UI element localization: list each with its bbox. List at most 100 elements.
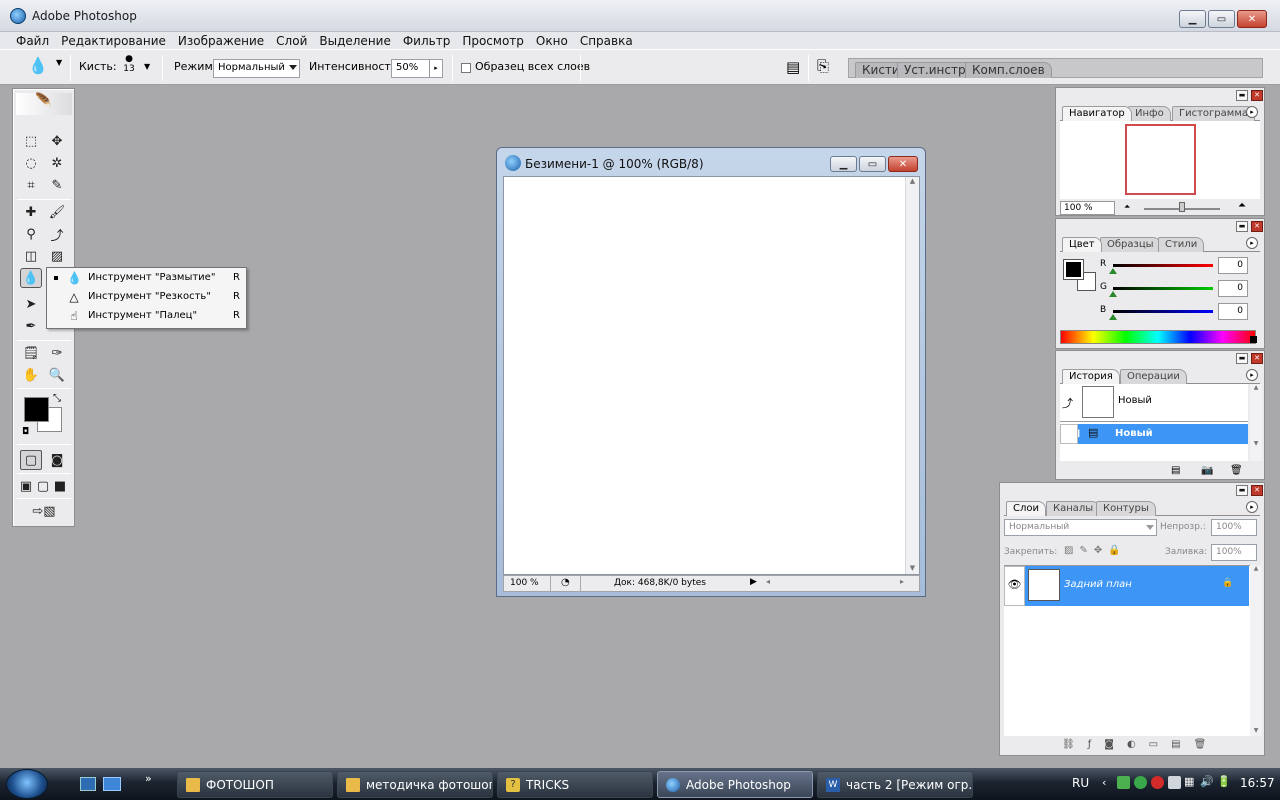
magic-wand-tool-icon[interactable]: ✲ (46, 153, 68, 173)
menu-select[interactable]: Выделение (313, 34, 396, 48)
channel-g-input[interactable]: 0 (1218, 280, 1248, 297)
full-screen-mode-icon[interactable]: ■ (52, 476, 68, 496)
quick-mask-mode-icon[interactable]: ◙ (46, 450, 68, 470)
menu-window[interactable]: Окно (530, 34, 574, 48)
marquee-tool-icon[interactable]: ⬚ (20, 131, 42, 151)
tab-swatches[interactable]: Образцы (1100, 237, 1161, 252)
layer-style-icon[interactable]: ƒ (1088, 739, 1105, 750)
channel-b-slider[interactable] (1113, 310, 1213, 313)
delete-layer-icon[interactable]: 🗑 (1194, 739, 1220, 750)
opacity-input[interactable]: 100% (1211, 519, 1257, 536)
blur-tool-preset-icon[interactable]: 💧 (28, 56, 48, 75)
swap-colors-icon[interactable]: ⤡ (53, 393, 61, 404)
layer-name[interactable]: Задний план (1064, 579, 1132, 590)
history-state-row[interactable]: ◖ ▤ Новый (1075, 424, 1248, 444)
tray-expand-icon[interactable]: ‹ (1102, 776, 1106, 789)
eraser-tool-icon[interactable]: ◫ (20, 246, 42, 266)
start-button[interactable] (6, 769, 48, 799)
zoom-out-icon[interactable]: ⏶ (1124, 202, 1130, 212)
mode-select[interactable]: Нормальный (213, 59, 300, 78)
panel-menu-icon[interactable]: ▸ (1246, 369, 1258, 381)
lasso-tool-icon[interactable]: ◌ (20, 153, 42, 173)
new-layer-icon[interactable]: ▤ (1171, 739, 1193, 750)
adjustment-layer-icon[interactable]: ◐ (1127, 739, 1149, 750)
tab-color[interactable]: Цвет (1062, 237, 1102, 252)
taskbar-button-word-document[interactable]: Wчасть 2 [Режим огр... (817, 771, 973, 798)
strength-slider-arrow-icon[interactable]: ▸ (429, 60, 442, 77)
sample-all-layers-checkbox[interactable] (461, 63, 471, 73)
tray-network-icon[interactable]: ▦ (1184, 775, 1194, 788)
blur-tool-icon[interactable]: 💧 (20, 268, 42, 288)
default-colors-icon[interactable]: ◘ (22, 427, 29, 437)
new-group-icon[interactable]: ▭ (1149, 739, 1171, 750)
standard-screen-mode-icon[interactable]: ▣ (18, 476, 34, 496)
scroll-down-arrow-icon[interactable]: ▼ (906, 564, 919, 572)
lock-options-icons[interactable]: ▨✎✥🔒 (1064, 545, 1127, 556)
maximize-button[interactable]: ▭ (1208, 10, 1235, 28)
brush-tool-icon[interactable]: 🖌 (46, 202, 68, 222)
slice-tool-icon[interactable]: ✎ (46, 175, 68, 195)
tab-history[interactable]: История (1062, 369, 1120, 384)
tab-layers[interactable]: Слои (1006, 501, 1046, 516)
flyout-item-sharpen[interactable]: △ Инструмент "Резкость" R (47, 287, 246, 306)
language-indicator[interactable]: RU (1072, 776, 1089, 790)
channel-g-thumb[interactable] (1109, 291, 1117, 297)
menu-image[interactable]: Изображение (172, 34, 270, 48)
jump-to-imageready-icon[interactable]: ⇨▧ (22, 501, 66, 521)
layer-visibility-eye-icon[interactable]: 👁 (1004, 566, 1025, 606)
preset-dropdown-arrow-icon[interactable]: ▼ (56, 58, 62, 67)
strength-input[interactable]: 50% ▸ (391, 59, 443, 78)
fill-input[interactable]: 100% (1211, 544, 1257, 561)
panel-minimize-button[interactable]: ▬ (1236, 221, 1248, 232)
zoom-level[interactable]: 100 % (510, 578, 539, 588)
color-fg-swatch[interactable] (1063, 259, 1084, 280)
zoom-tool-icon[interactable]: 🔍 (46, 365, 68, 385)
crop-tool-icon[interactable]: ⌗ (20, 175, 42, 195)
tab-histogram[interactable]: Гистограмма (1172, 106, 1255, 121)
tray-sync-icon[interactable] (1134, 776, 1147, 789)
channel-r-thumb[interactable] (1109, 268, 1117, 274)
tray-antivirus-icon[interactable] (1151, 776, 1164, 789)
status-menu-arrow-icon[interactable]: ▶ (750, 577, 757, 587)
zoom-slider-thumb[interactable] (1179, 202, 1185, 212)
clock[interactable]: 16:57 (1240, 776, 1275, 790)
tab-channels[interactable]: Каналы (1046, 501, 1101, 516)
brush-dropdown-arrow-icon[interactable]: ▼ (144, 62, 150, 71)
foreground-color-swatch[interactable] (24, 397, 49, 422)
quicklaunch-expand-icon[interactable]: » (145, 772, 152, 785)
trash-icon[interactable]: 🗑 (1230, 465, 1243, 476)
menu-filter[interactable]: Фильтр (397, 34, 456, 48)
create-snapshot-icon[interactable]: 📷 (1201, 465, 1213, 476)
snapshot-label[interactable]: Новый (1118, 395, 1152, 406)
scroll-left-arrow-icon[interactable]: ◂ (766, 577, 770, 586)
notes-tool-icon[interactable]: 🗒 (20, 343, 42, 363)
full-screen-menu-mode-icon[interactable]: ▢ (35, 476, 51, 496)
taskbar-button-tricks[interactable]: ? TRICKS (497, 771, 653, 798)
channel-r-input[interactable]: 0 (1218, 257, 1248, 274)
taskbar-button-manual-folder[interactable]: методичка фотошоп (337, 771, 493, 798)
panel-close-button[interactable]: ✕ (1251, 485, 1263, 496)
menu-view[interactable]: Просмотр (456, 34, 530, 48)
menu-edit[interactable]: Редактирование (55, 34, 172, 48)
navigator-zoom[interactable]: 100 % (1060, 201, 1115, 215)
minimize-button[interactable]: ▁ (1179, 10, 1206, 28)
navigator-view-box[interactable] (1125, 124, 1196, 195)
channel-g-slider[interactable] (1113, 287, 1213, 290)
history-brush-source-icon[interactable]: ⤴ (1062, 395, 1073, 411)
panel-menu-icon[interactable]: ▸ (1246, 501, 1258, 513)
clone-stamp-tool-icon[interactable]: ⚲ (20, 224, 42, 244)
tray-volume-icon[interactable]: 🔊 (1200, 775, 1214, 788)
layer-mask-icon[interactable]: ◙ (1104, 739, 1127, 750)
doc-close-button[interactable]: ✕ (888, 156, 918, 172)
history-brush-tool-icon[interactable]: ⤴ (46, 224, 68, 244)
hand-tool-icon[interactable]: ✋ (20, 365, 42, 385)
doc-maximize-button[interactable]: ▭ (859, 156, 886, 172)
panel-close-button[interactable]: ✕ (1251, 353, 1263, 364)
layer-row[interactable]: Задний план 🔒 (1025, 566, 1249, 606)
brush-preview[interactable]: ● 13 (122, 54, 136, 74)
color-spectrum-bar[interactable] (1060, 330, 1256, 344)
panel-minimize-button[interactable]: ▬ (1236, 353, 1248, 364)
menu-layer[interactable]: Слой (270, 34, 313, 48)
snapshot-thumbnail[interactable] (1082, 386, 1114, 418)
gradient-tool-icon[interactable]: ▨ (46, 246, 68, 266)
